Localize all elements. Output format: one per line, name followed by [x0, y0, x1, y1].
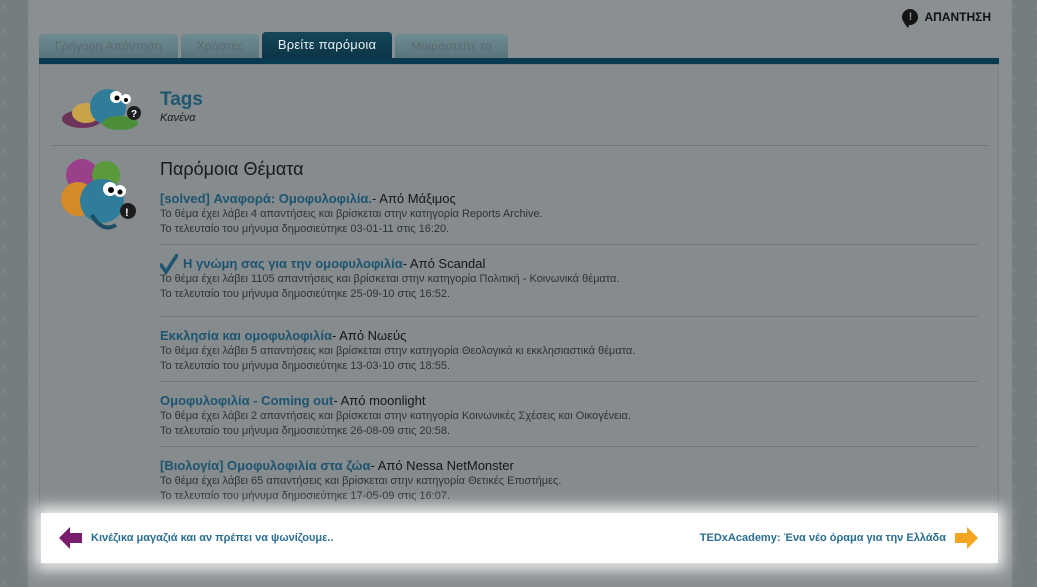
thread-title-link[interactable]: [solved] Αναφορά: Ομοφυλοφιλία. [160, 191, 372, 206]
thread-replies-info: Το θέμα έχει λάβει 4 απαντήσεις και βρίσ… [160, 208, 543, 220]
thread-navigation: Κινέζικα μαγαζιά και αν πρέπει να ψωνίζο… [41, 513, 998, 563]
speech-bubble-icon: ! [902, 9, 919, 28]
tags-value: Κανένα [160, 112, 196, 124]
thread-item: Εκκλησία και ομοφυλοφιλία - Από Νωεύς Το… [160, 327, 978, 374]
arrow-left-icon [59, 527, 82, 549]
tab-find-similar[interactable]: Βρείτε παρόμοια [261, 32, 393, 58]
thread-author: - Από Nessa NetMonster [370, 458, 514, 473]
thread-item: Ομοφυλοφιλία - Coming out - Από moonligh… [160, 392, 978, 439]
thread-last-post-info: Το τελευταίο του μήνυμα δημοσιεύτηκε 25-… [160, 288, 451, 300]
thread-author: - Από Νωεύς [331, 328, 407, 343]
thread-last-post-info: Το τελευταίο του μήνυμα δημοσιεύτηκε 03-… [160, 223, 450, 235]
thread-last-post-info: Το τελευταίο του μήνυμα δημοσιεύτηκε 26-… [160, 425, 451, 437]
thread-separator [160, 381, 978, 382]
thread-separator [160, 316, 978, 317]
thread-item: Η γνώμη σας για την ομοφυλοφιλία - Από S… [160, 253, 978, 302]
svg-text:?: ? [131, 109, 137, 120]
arrow-right-icon [955, 527, 978, 549]
reply-button[interactable]: ! ΑΠΑΝΤΗΣΗ [902, 8, 991, 28]
tab-quick-reply[interactable]: Γρήγορη Απάντηση [39, 34, 178, 58]
thread-title-link[interactable]: Εκκλησία και ομοφυλοφιλία [160, 328, 332, 343]
thread-separator [160, 244, 978, 245]
thread-title-link[interactable]: Ομοφυλοφιλία - Coming out [160, 393, 333, 408]
svg-text:!: ! [125, 207, 129, 219]
thread-item: [Βιολογία] Ομοφυλοφιλία στα ζώα - Από Ne… [160, 457, 978, 504]
previous-thread-link[interactable]: Κινέζικα μαγαζιά και αν πρέπει να ψωνίζο… [59, 527, 333, 549]
similar-threads-title: Παρόμοια Θέματα [160, 159, 304, 179]
next-thread-link[interactable]: TEDxAcademy: Ένα νέο όραμα για την Ελλάδ… [700, 527, 978, 549]
thread-item: [solved] Αναφορά: Ομοφυλοφιλία. - Από Μά… [160, 190, 978, 237]
thread-replies-info: Το θέμα έχει λάβει 65 απαντήσεις και βρί… [160, 475, 562, 487]
similar-threads-mascot-icon: ! [61, 159, 136, 230]
checkmark-icon [160, 253, 178, 274]
tab-users[interactable]: Χρήστες [180, 34, 259, 58]
previous-thread-label: Κινέζικα μαγαζιά και αν πρέπει να ψωνίζο… [91, 532, 334, 544]
thread-author: - Από Scandal [402, 256, 486, 271]
thread-separator [160, 446, 978, 447]
thread-replies-info: Το θέμα έχει λάβει 1105 απαντήσεις και β… [160, 273, 620, 285]
tab-share[interactable]: Μοιραστείτε το [395, 34, 508, 58]
similar-panel: ? Tags Κανένα ! Παρόμοια Θέματα [solved]… [39, 64, 999, 566]
section-divider [52, 145, 988, 146]
thread-replies-info: Το θέμα έχει λάβει 5 απαντήσεις και βρίσ… [160, 345, 636, 357]
thread-title-link[interactable]: Η γνώμη σας για την ομοφυλοφιλία [183, 256, 403, 271]
thread-title-link[interactable]: [Βιολογία] Ομοφυλοφιλία στα ζώα [160, 458, 370, 473]
tags-title: Tags [160, 89, 203, 110]
thread-last-post-info: Το τελευταίο του μήνυμα δημοσιεύτηκε 13-… [160, 360, 451, 372]
next-thread-label: TEDxAcademy: Ένα νέο όραμα για την Ελλάδ… [699, 532, 946, 544]
thread-author: - Από Μάξιμος [372, 191, 456, 206]
tags-mascot-icon: ? [62, 89, 141, 130]
reply-label: ΑΠΑΝΤΗΣΗ [924, 10, 991, 24]
thread-last-post-info: Το τελευταίο του μήνυμα δημοσιεύτηκε 17-… [160, 490, 451, 502]
thread-replies-info: Το θέμα έχει λάβει 2 απαντήσεις και βρίσ… [160, 410, 631, 422]
thread-author: - Από moonlight [333, 393, 426, 408]
tab-bar: Γρήγορη Απάντηση Χρήστες Βρείτε παρόμοια… [39, 32, 508, 60]
